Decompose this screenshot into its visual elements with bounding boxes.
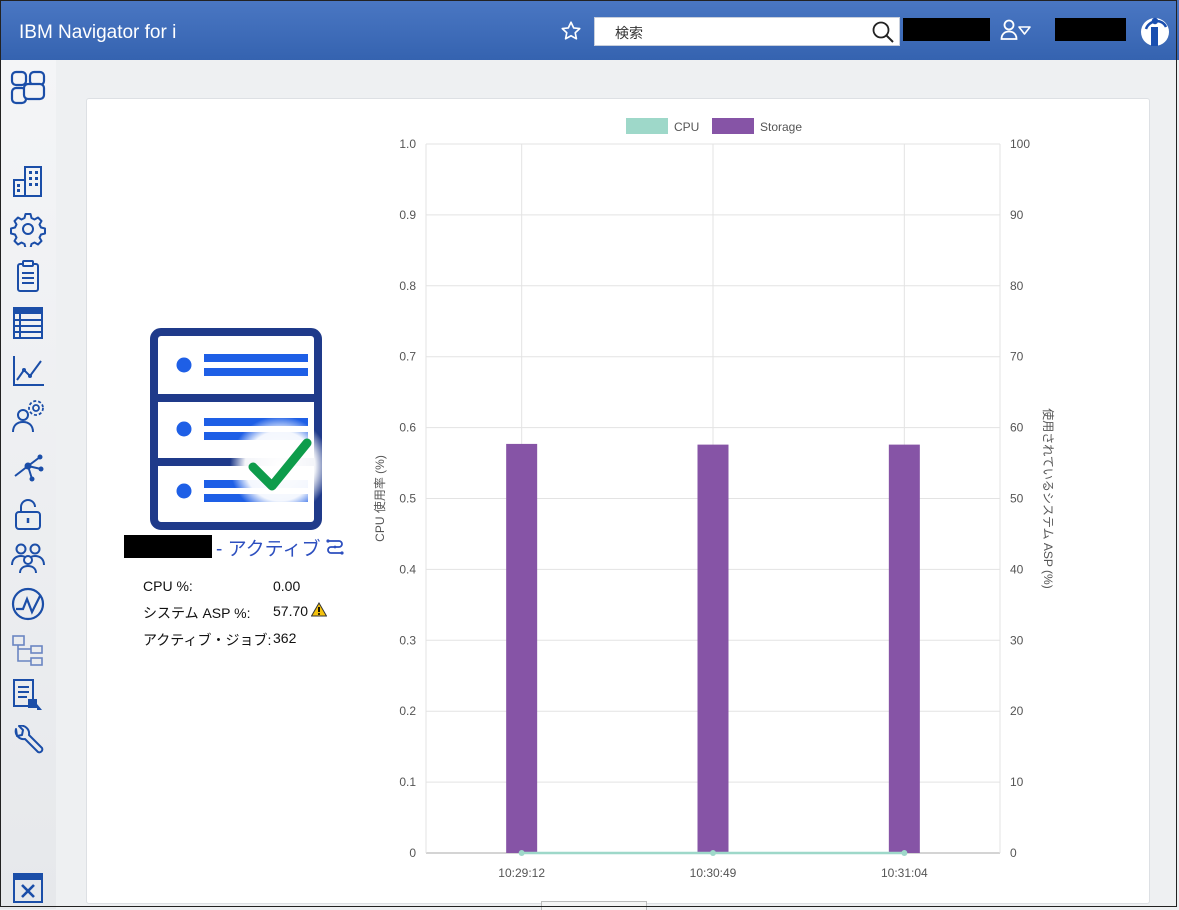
active-jobs-label: アクティブ・ジョブ:	[143, 632, 272, 648]
storage-bar	[506, 443, 538, 853]
redacted-block	[1055, 18, 1126, 41]
y-tick-label-right: 20	[1010, 704, 1024, 718]
building-icon[interactable]	[10, 163, 46, 199]
search-icon[interactable]	[871, 20, 895, 44]
storage-bar	[888, 444, 920, 853]
y-tick-label-right: 70	[1010, 350, 1024, 364]
user-menu-icon[interactable]	[1000, 18, 1032, 42]
y-tick-label-right: 60	[1010, 421, 1024, 435]
y-tick-label-left: 0.5	[399, 492, 416, 506]
y-tick-label-right: 100	[1010, 137, 1030, 151]
active-jobs-value: 362	[273, 630, 297, 646]
search-input[interactable]	[613, 22, 857, 44]
cpu-point	[901, 850, 908, 856]
legend-swatch	[712, 118, 754, 134]
document-edit-icon[interactable]	[10, 677, 46, 713]
redacted-system-name	[124, 535, 212, 558]
list-icon[interactable]	[10, 305, 46, 341]
x-tick-label: 10:29:12	[498, 866, 545, 880]
y-tick-label-left: 0.4	[399, 562, 416, 576]
cpu-storage-chart: 0 0 0.1 10 0.2 20 0.3 30 0.4 40 0.5 50 0.6 60 0.7 70 0.8…	[372, 118, 1056, 880]
calendar-icon[interactable]	[10, 869, 46, 905]
y-tick-label-right: 90	[1010, 208, 1024, 222]
x-tick-label: 10:30:49	[690, 866, 737, 880]
asp-metric-label: システム ASP %:	[143, 605, 251, 621]
dashboard-icon[interactable]	[10, 69, 46, 105]
y-tick-label-left: 0.2	[399, 704, 416, 718]
legend-swatch	[626, 118, 668, 134]
y-tick-label-right: 10	[1010, 775, 1024, 789]
y-tick-label-left: 0	[409, 846, 416, 860]
gear-icon[interactable]	[10, 211, 46, 247]
network-icon[interactable]	[10, 448, 46, 484]
cpu-point	[518, 850, 525, 856]
y-tick-label-left: 0.6	[399, 421, 416, 435]
y-tick-label-right: 30	[1010, 633, 1024, 647]
y-tick-label-right: 80	[1010, 279, 1024, 293]
search-box[interactable]	[594, 17, 900, 46]
users-icon[interactable]	[10, 538, 46, 574]
wrench-icon[interactable]	[10, 725, 46, 761]
y-tick-label-right: 50	[1010, 492, 1024, 506]
top-header: IBM Navigator for i	[0, 0, 1179, 60]
legend-label: CPU	[674, 120, 699, 134]
x-tick-label: 10:31:04	[881, 866, 928, 880]
y-tick-label-left: 0.8	[399, 279, 416, 293]
performance-icon[interactable]	[10, 586, 46, 622]
server-ok-icon	[150, 328, 326, 530]
lock-icon[interactable]	[10, 496, 46, 532]
star-icon[interactable]	[560, 20, 582, 42]
asp-metric-value: 57.70	[273, 603, 309, 619]
y-axis-title-right: 使用されているシステム ASP (%)	[1041, 408, 1056, 588]
line-chart-icon[interactable]	[10, 353, 46, 389]
user-settings-icon[interactable]	[10, 398, 46, 434]
connection-settings-icon[interactable]	[325, 536, 345, 558]
app-title: IBM Navigator for i	[19, 22, 177, 43]
y-tick-label-left: 0.1	[399, 775, 416, 789]
redacted-block	[903, 18, 990, 41]
legend-label: Storage	[760, 120, 802, 134]
system-status-label[interactable]: - アクティブ	[216, 534, 321, 561]
cpu-point	[710, 850, 716, 856]
y-tick-label-left: 0.9	[399, 208, 416, 222]
hierarchy-icon[interactable]	[10, 633, 46, 669]
y-tick-label-left: 0.3	[399, 633, 416, 647]
y-tick-label-right: 40	[1010, 562, 1024, 576]
warning-icon[interactable]	[311, 602, 327, 617]
cpu-metric-label: CPU %:	[143, 578, 193, 594]
y-tick-label-right: 0	[1010, 846, 1017, 860]
sidebar	[0, 60, 56, 909]
y-tick-label-left: 0.7	[399, 350, 416, 364]
info-logo-icon[interactable]	[1140, 15, 1170, 49]
y-axis-title-left: CPU 使用率 (%)	[372, 455, 387, 542]
clipboard-icon[interactable]	[10, 258, 46, 294]
cpu-metric-value: 0.00	[273, 578, 301, 594]
storage-bar	[697, 444, 729, 853]
y-tick-label-left: 1.0	[399, 137, 416, 151]
